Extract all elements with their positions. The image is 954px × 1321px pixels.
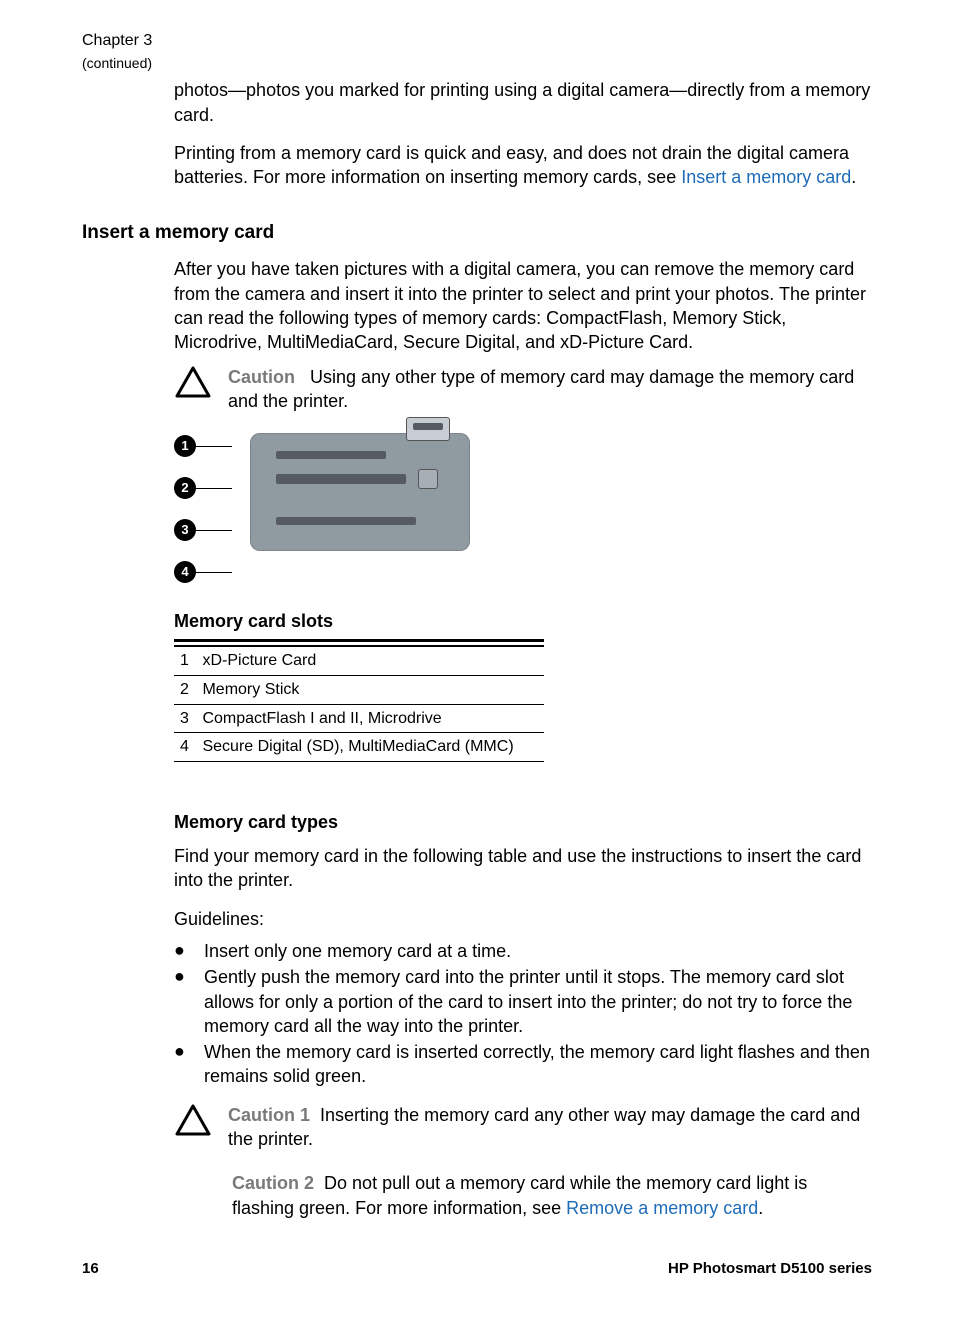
table-row: 2Memory Stick xyxy=(174,675,544,704)
caution-icon xyxy=(174,365,212,399)
caution-label: Caution xyxy=(228,367,295,387)
bullet-text: Gently push the memory card into the pri… xyxy=(204,965,872,1038)
memory-slot-figure: 1 2 3 4 xyxy=(174,433,872,583)
row-num: 2 xyxy=(174,675,196,704)
caution-body-text: Using any other type of memory card may … xyxy=(228,367,854,411)
section2-paragraph: Find your memory card in the following t… xyxy=(174,844,872,893)
section-title-types: Memory card types xyxy=(174,810,872,834)
list-item: ●Gently push the memory card into the pr… xyxy=(174,965,872,1038)
figure-callouts: 1 2 3 4 xyxy=(174,433,232,583)
bullet-icon: ● xyxy=(174,939,186,963)
caution-label: Caution 2 xyxy=(232,1173,314,1193)
callout-badge-3: 3 xyxy=(174,519,196,541)
callout-4: 4 xyxy=(174,561,232,583)
list-item: ● Insert only one memory card at a time. xyxy=(174,939,872,963)
caution-label: Caution 1 xyxy=(228,1105,310,1125)
row-num: 4 xyxy=(174,733,196,762)
bullet-icon: ● xyxy=(174,965,186,1038)
continued-label: (continued) xyxy=(82,54,872,73)
section-title-insert: Insert a memory card xyxy=(82,220,872,246)
bullet-icon: ● xyxy=(174,1040,186,1089)
caution-icon xyxy=(174,1103,212,1137)
guidelines-list: ●Insert only one memory card at a time. … xyxy=(174,939,872,1089)
guidelines-label: Guidelines: xyxy=(174,907,872,931)
caution1-body: Inserting the memory card any other way … xyxy=(228,1105,860,1149)
callout-badge-1: 1 xyxy=(174,435,196,457)
intro-p2-text-b: . xyxy=(851,167,856,187)
caution-text: Caution 1 Inserting the memory card any … xyxy=(228,1103,872,1152)
caution-block-1: Caution Using any other type of memory c… xyxy=(174,365,872,414)
chapter-label: Chapter 3 xyxy=(82,30,872,52)
callout-2: 2 xyxy=(174,477,232,499)
caution-block-2: Caution 1 Inserting the memory card any … xyxy=(174,1103,872,1152)
intro-paragraph-1: photos—photos you marked for printing us… xyxy=(174,78,872,127)
section1-paragraph: After you have taken pictures with a dig… xyxy=(174,257,872,354)
list-item: ● When the memory card is inserted correc… xyxy=(174,1040,872,1089)
callout-3: 3 xyxy=(174,519,232,541)
row-label: Memory Stick xyxy=(196,675,544,704)
caution-block-3: Caution 2 Do not pull out a memory card … xyxy=(232,1171,872,1220)
callout-badge-2: 2 xyxy=(174,477,196,499)
table-row: 4Secure Digital (SD), MultiMediaCard (MM… xyxy=(174,733,544,762)
callout-badge-4: 4 xyxy=(174,561,196,583)
row-label: Secure Digital (SD), MultiMediaCard (MMC… xyxy=(196,733,544,762)
caution-text: Caution Using any other type of memory c… xyxy=(228,365,872,414)
slot-table: 1xD-Picture Card 2Memory Stick 3CompactF… xyxy=(174,645,544,761)
product-name: HP Photosmart D5100 series xyxy=(668,1259,872,1279)
page-footer: 16 HP Photosmart D5100 series xyxy=(82,1259,872,1279)
caution-body xyxy=(300,367,310,387)
row-num: 3 xyxy=(174,704,196,733)
remove-memory-card-link[interactable]: Remove a memory card xyxy=(566,1198,758,1218)
callout-1: 1 xyxy=(174,435,232,457)
row-label: xD-Picture Card xyxy=(196,646,544,675)
caution2-text-b: . xyxy=(758,1198,763,1218)
device-illustration xyxy=(250,433,470,551)
intro-paragraph-2: Printing from a memory card is quick and… xyxy=(174,141,872,190)
bullet-text: When the memory card is inserted correct… xyxy=(204,1040,872,1089)
bullet-text: Insert only one memory card at a time. xyxy=(204,939,872,963)
row-label: CompactFlash I and II, Microdrive xyxy=(196,704,544,733)
table-row: 3CompactFlash I and II, Microdrive xyxy=(174,704,544,733)
row-num: 1 xyxy=(174,646,196,675)
slot-table-title: Memory card slots xyxy=(174,609,872,633)
table-row: 1xD-Picture Card xyxy=(174,646,544,675)
insert-memory-card-link[interactable]: Insert a memory card xyxy=(681,167,851,187)
page-number: 16 xyxy=(82,1259,99,1279)
